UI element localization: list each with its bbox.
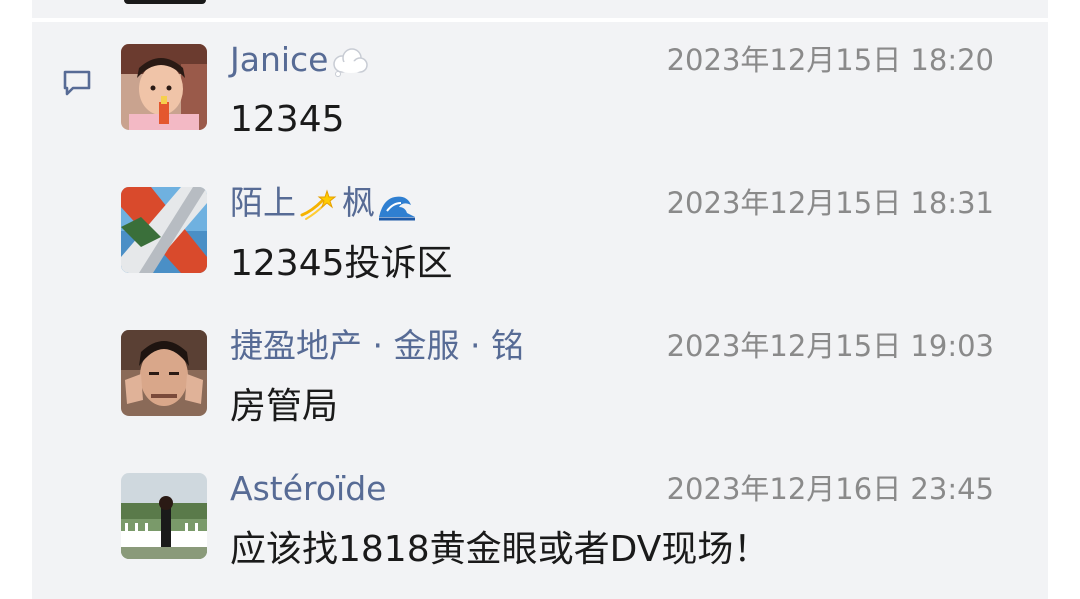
avatar[interactable] — [121, 473, 207, 559]
comment-item[interactable]: 陌上 枫 2023年12月15日 18:31 12345投诉区 — [0, 143, 1080, 284]
avatar[interactable] — [121, 187, 207, 273]
comment-text: 12345 — [230, 99, 345, 140]
comment-time: 2023年12月15日 18:20 — [666, 43, 994, 77]
dizzy-icon — [300, 188, 337, 220]
comment-item[interactable]: Janice 2023年12月15日 18:20 12345 — [0, 0, 1080, 140]
comment-item[interactable]: Astéroïde 2023年12月16日 23:45 应该找1818黄金眼或者… — [0, 429, 1080, 570]
comment-time: 2023年12月15日 19:03 — [666, 329, 994, 363]
author-name[interactable]: Janice — [230, 40, 328, 79]
comment-time: 2023年12月16日 23:45 — [666, 472, 994, 506]
wave-icon — [379, 196, 415, 220]
comment-author[interactable]: 捷盈地产 · 金服 · 铭 — [230, 326, 524, 366]
comment-item[interactable]: 捷盈地产 · 金服 · 铭 2023年12月15日 19:03 房管局 — [0, 286, 1080, 427]
moments-comment-section: Janice 2023年12月15日 18:20 12345 陌上 枫 2023… — [0, 0, 1080, 599]
comment-author[interactable]: Astéroïde — [230, 469, 386, 509]
comment-time: 2023年12月15日 18:31 — [666, 186, 994, 220]
comment-author[interactable]: 陌上 枫 — [230, 183, 417, 223]
author-name-part[interactable]: 陌上 — [230, 183, 296, 222]
comment-author[interactable]: Janice — [230, 40, 370, 80]
comment-text: 房管局 — [230, 386, 339, 427]
comment-text: 应该找1818黄金眼或者DV现场！ — [230, 529, 770, 570]
author-name-part[interactable]: 枫 — [342, 183, 375, 222]
avatar[interactable] — [121, 330, 207, 416]
thought-bubble-icon — [333, 47, 369, 77]
avatar[interactable] — [121, 44, 207, 130]
comment-text: 12345投诉区 — [230, 243, 453, 284]
